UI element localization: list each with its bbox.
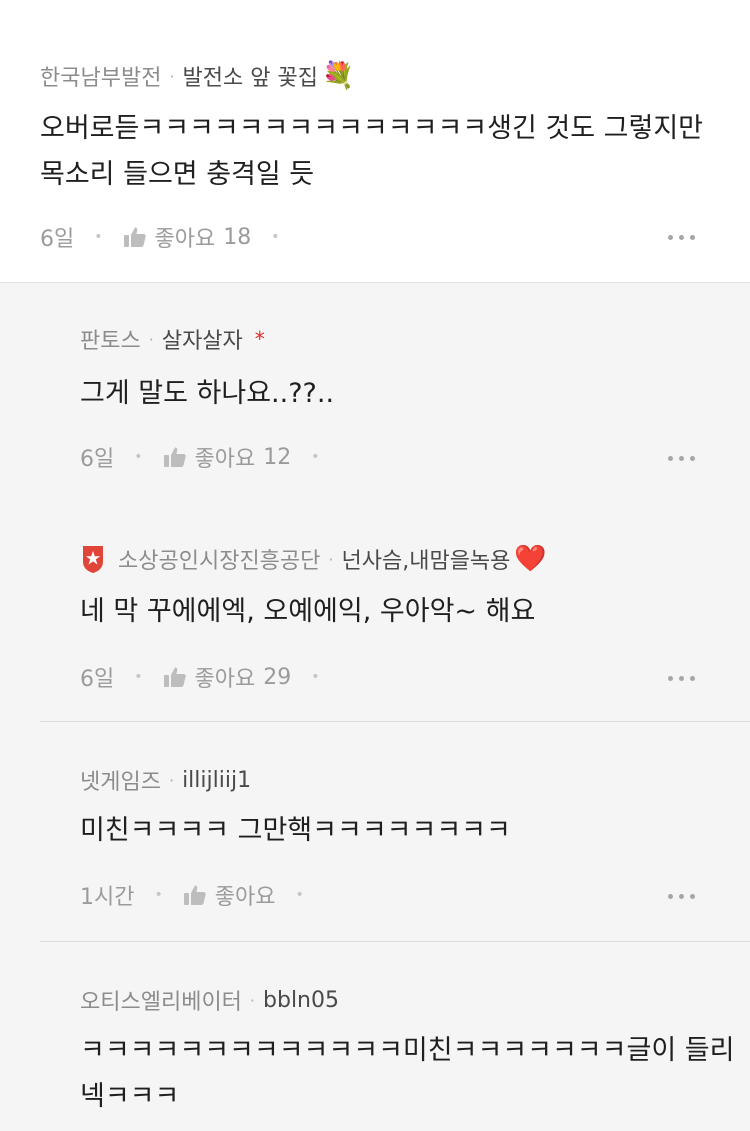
like-count: 12: [263, 444, 292, 470]
footer-separator-dot: •: [311, 449, 320, 465]
comment-text-line: ㅋㅋㅋㅋㅋㅋㅋㅋㅋㅋㅋㅋㅋ미친ㅋㅋㅋㅋㅋㅋㅋ글이 들리: [80, 1035, 735, 1066]
more-dot-icon: [668, 894, 673, 899]
comment-text: ㅋㅋㅋㅋㅋㅋㅋㅋㅋㅋㅋㅋㅋ미친ㅋㅋㅋㅋㅋㅋㅋ글이 들리 넥ㅋㅋㅋ: [80, 1028, 734, 1120]
heart-icon: ❤️: [514, 544, 547, 574]
comment-text-line: 미친ㅋㅋㅋㅋ 그만핵ㅋㅋㅋㅋㅋㅋㅋㅋ: [80, 815, 511, 846]
like-count: 29: [263, 664, 292, 690]
more-dot-icon: [679, 235, 684, 240]
comment-text: 오버로듣ㅋㅋㅋㅋㅋㅋㅋㅋㅋㅋㅋㅋㅋㅋ생긴 것도 그렇지만 목소리 들으면 충격일…: [40, 106, 703, 198]
more-dot-icon: [679, 456, 684, 461]
nickname: 살자살자: [161, 329, 243, 354]
comment-text-line: 그게 말도 하나요..??..: [80, 378, 335, 409]
comment-text-line: 목소리 들으면 충격일 듯: [40, 159, 315, 190]
company-name: 한국남부발전: [40, 66, 162, 91]
reply-card: 판토스 · 살자살자 * 그게 말도 하나요..??.. 6일 • 좋아요 12…: [0, 283, 750, 503]
comment-time: 1시간: [80, 885, 135, 910]
like-count: 18: [223, 224, 252, 250]
comment-time: 6일: [80, 447, 115, 472]
more-dot-icon: [690, 235, 695, 240]
footer-separator-dot: •: [94, 229, 103, 245]
meta-separator-dot: ·: [148, 329, 154, 349]
more-dot-icon: [690, 676, 695, 681]
meta-separator-dot: ·: [249, 990, 256, 1010]
comment-card: 한국남부발전 · 발전소 앞 꽃집 💐 오버로듣ㅋㅋㅋㅋㅋㅋㅋㅋㅋㅋㅋㅋㅋㅋ생긴…: [0, 0, 750, 283]
like-button[interactable]: 좋아요 12: [163, 441, 292, 473]
more-options-button[interactable]: [668, 231, 695, 244]
comment-text: 미친ㅋㅋㅋㅋ 그만핵ㅋㅋㅋㅋㅋㅋㅋㅋ: [80, 808, 511, 854]
comment-footer: 6일 • 좋아요 29 •: [80, 661, 340, 693]
bouquet-icon: 💐: [321, 61, 355, 91]
reply-card: 소상공인시장진흥공단 · 넌사슴,내맘을녹용 ❤️ 네 막 꾸에에엑, 오예에익…: [0, 503, 750, 721]
more-dot-icon: [679, 894, 684, 899]
more-dot-icon: [679, 676, 684, 681]
like-button[interactable]: 좋아요 29: [163, 661, 292, 693]
comment-text: 네 막 꾸에에엑, 오예에익, 우아악~ 해요: [80, 589, 535, 635]
company-name: 소상공인시장진흥공단: [118, 549, 321, 574]
comment-author[interactable]: 한국남부발전 · 발전소 앞 꽃집 💐: [40, 60, 354, 92]
comment-footer: 6일 • 좋아요 12 •: [80, 441, 340, 473]
like-label: 좋아요: [194, 447, 256, 472]
shield-star-icon: [80, 544, 106, 574]
more-dot-icon: [668, 676, 673, 681]
more-dot-icon: [690, 456, 695, 461]
thumbs-up-icon: [163, 447, 186, 467]
meta-separator-dot: ·: [169, 66, 175, 86]
more-options-button[interactable]: [668, 452, 695, 465]
like-button[interactable]: 좋아요: [183, 879, 276, 911]
company-name: 판토스: [80, 329, 141, 354]
comment-text-line: 네 막 꾸에에엑, 오예에익, 우아악~ 해요: [80, 596, 536, 627]
more-options-button[interactable]: [668, 890, 695, 903]
comment-footer: 1시간 • 좋아요 •: [80, 879, 324, 911]
like-label: 좋아요: [194, 667, 256, 692]
meta-separator-dot: ·: [168, 770, 175, 790]
footer-separator-dot: •: [271, 229, 280, 245]
reply-card: 오티스엘리베이터 · bbln05 ㅋㅋㅋㅋㅋㅋㅋㅋㅋㅋㅋㅋㅋ미친ㅋㅋㅋㅋㅋㅋㅋ…: [0, 942, 750, 1131]
footer-separator-dot: •: [154, 887, 163, 903]
reply-card: 넷게임즈 · illijliij1 미친ㅋㅋㅋㅋ 그만핵ㅋㅋㅋㅋㅋㅋㅋㅋ 1시간…: [0, 722, 750, 941]
thumbs-up-icon: [183, 885, 206, 905]
like-label: 좋아요: [214, 885, 276, 910]
footer-separator-dot: •: [295, 887, 304, 903]
comment-author[interactable]: 소상공인시장진흥공단 · 넌사슴,내맘을녹용 ❤️: [80, 543, 547, 575]
footer-separator-dot: •: [134, 669, 143, 685]
nickname: illijliij1: [182, 767, 252, 793]
thumbs-up-icon: [163, 667, 186, 687]
more-dot-icon: [668, 456, 673, 461]
comment-author[interactable]: 판토스 · 살자살자 *: [80, 323, 265, 355]
comment-footer: 6일 • 좋아요 18 •: [40, 221, 300, 253]
comment-time: 6일: [40, 227, 75, 252]
meta-separator-dot: ·: [328, 549, 334, 569]
comment-author[interactable]: 오티스엘리베이터 · bbln05: [80, 984, 339, 1016]
nickname: bbln05: [263, 987, 339, 1013]
footer-separator-dot: •: [134, 449, 143, 465]
like-label: 좋아요: [154, 227, 216, 252]
nickname: 넌사슴,내맘을녹용: [341, 549, 511, 574]
nickname: 발전소 앞 꽃집: [182, 66, 318, 91]
more-dot-icon: [668, 235, 673, 240]
footer-separator-dot: •: [311, 669, 320, 685]
comment-text: 그게 말도 하나요..??..: [80, 371, 334, 417]
comment-author[interactable]: 넷게임즈 · illijliij1: [80, 764, 251, 796]
company-name: 오티스엘리베이터: [80, 990, 242, 1015]
comment-text-line: 넥ㅋㅋㅋ: [80, 1081, 180, 1112]
more-options-button[interactable]: [668, 672, 695, 685]
like-button[interactable]: 좋아요 18: [123, 221, 252, 253]
comment-time: 6일: [80, 667, 115, 692]
company-name: 넷게임즈: [80, 770, 161, 795]
comment-text-line: 오버로듣ㅋㅋㅋㅋㅋㅋㅋㅋㅋㅋㅋㅋㅋㅋ생긴 것도 그렇지만: [40, 113, 704, 144]
thumbs-up-icon: [123, 227, 146, 247]
more-dot-icon: [690, 894, 695, 899]
author-mark: *: [254, 327, 265, 351]
